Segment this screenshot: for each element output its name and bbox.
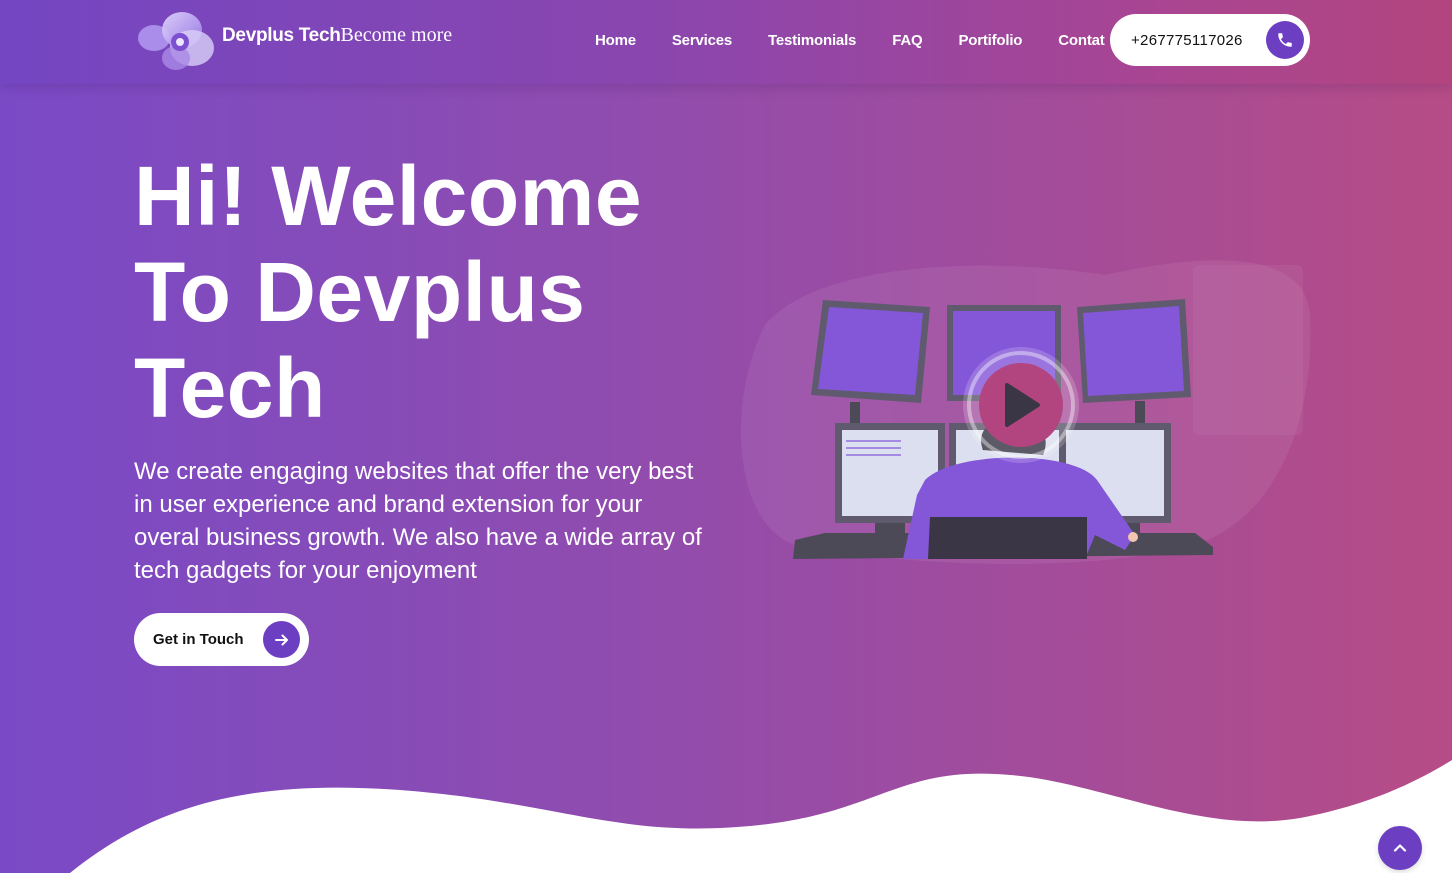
get-in-touch-label: Get in Touch bbox=[153, 631, 244, 648]
hero-title: Hi! Welcome To Devplus Tech bbox=[134, 149, 643, 435]
chevron-up-icon bbox=[1393, 844, 1407, 852]
phone-number: +267775117026 bbox=[1131, 31, 1243, 49]
arrow-right-glyph bbox=[274, 634, 288, 645]
hero-wave-divider bbox=[70, 760, 1452, 873]
nav-contact[interactable]: Contat bbox=[1058, 32, 1104, 49]
main-nav: Home Services Testimonials FAQ Portifoli… bbox=[595, 32, 1141, 49]
logo-icon bbox=[138, 12, 214, 70]
get-in-touch-button[interactable]: Get in Touch bbox=[134, 613, 309, 666]
play-icon[interactable] bbox=[963, 347, 1079, 463]
hero-illustration bbox=[741, 260, 1311, 564]
nav-home[interactable]: Home bbox=[595, 32, 636, 49]
hero-description: We create engaging websites that offer t… bbox=[134, 458, 702, 584]
phone-contact-button[interactable]: +267775117026 bbox=[1110, 14, 1310, 66]
nav-portfolio[interactable]: Portifolio bbox=[958, 32, 1022, 49]
phone-icon-glyph bbox=[1278, 33, 1292, 47]
arrow-right-icon bbox=[263, 621, 300, 658]
nav-faq[interactable]: FAQ bbox=[892, 32, 922, 49]
brand-title: Devplus Tech bbox=[222, 24, 341, 46]
scroll-to-top-button[interactable] bbox=[1378, 826, 1422, 870]
top-navbar: Devplus TechBecome more Home Services Te… bbox=[0, 0, 1452, 84]
phone-icon[interactable] bbox=[1266, 21, 1304, 59]
brand-name: Devplus TechBecome more bbox=[222, 24, 452, 47]
nav-testimonials[interactable]: Testimonials bbox=[768, 32, 856, 49]
nav-services[interactable]: Services bbox=[672, 32, 732, 49]
brand-tagline: Become more bbox=[340, 23, 453, 46]
brand-logo[interactable]: Devplus TechBecome more bbox=[136, 8, 452, 74]
